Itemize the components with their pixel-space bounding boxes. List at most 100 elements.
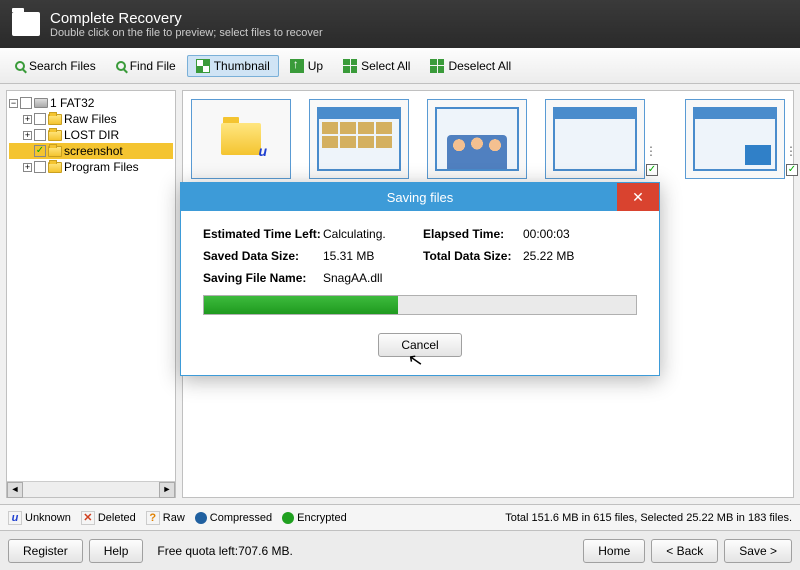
expand-icon[interactable]: + (23, 131, 32, 140)
up-label: Up (308, 59, 323, 73)
saved-label: Saved Data Size: (203, 249, 323, 263)
tree-root[interactable]: − 1 FAT32 (9, 95, 173, 111)
up-icon (290, 59, 304, 73)
select-all-button[interactable]: Select All (334, 55, 419, 77)
tree-item-label: LOST DIR (64, 128, 119, 142)
thumbnail-item[interactable]: ⋮✓ (685, 99, 785, 179)
thumbnail-icon (196, 59, 210, 73)
elapsed-label: Elapsed Time: (423, 227, 523, 241)
thumbnail-checkbox[interactable]: ✓ (646, 164, 658, 176)
thumbnail-item[interactable] (309, 99, 409, 179)
select-all-icon (343, 59, 357, 73)
app-icon (12, 12, 40, 36)
unknown-icon: u (8, 511, 22, 525)
tree-item-label: Program Files (64, 160, 139, 174)
home-button[interactable]: Home (583, 539, 645, 563)
search-files-button[interactable]: Search Files (6, 55, 105, 77)
tree-item-selected[interactable]: ✓ screenshot (9, 143, 173, 159)
tree-root-label: 1 FAT32 (50, 96, 94, 110)
scroll-right-icon[interactable]: ► (159, 482, 175, 498)
bottom-bar: Register Help Free quota left:707.6 MB. … (0, 530, 800, 570)
expand-icon[interactable]: + (23, 163, 32, 172)
progress-bar (203, 295, 637, 315)
checkbox[interactable] (34, 113, 46, 125)
deselect-all-button[interactable]: Deselect All (421, 55, 520, 77)
saving-dialog: Saving files ✕ Estimated Time Left: Calc… (180, 182, 660, 376)
search-icon (15, 61, 25, 71)
cancel-button[interactable]: Cancel (378, 333, 461, 357)
thumbnail-item[interactable] (427, 99, 527, 179)
tree-item-label: screenshot (64, 144, 123, 158)
dialog-title-bar[interactable]: Saving files ✕ (181, 183, 659, 211)
tree-item[interactable]: + Raw Files (9, 111, 173, 127)
app-subtitle: Double click on the file to preview; sel… (50, 27, 323, 39)
quota-text: Free quota left:707.6 MB. (157, 544, 292, 558)
more-icon[interactable]: ⋮ (645, 144, 658, 158)
legend-deleted: Deleted (98, 512, 136, 524)
encrypted-icon (282, 512, 294, 524)
folder-icon (221, 123, 261, 155)
saved-value: 15.31 MB (323, 249, 423, 263)
eta-value: Calculating. (323, 227, 423, 241)
up-button[interactable]: Up (281, 55, 332, 77)
legend-encrypted: Encrypted (297, 512, 347, 524)
file-value: SnagAA.dll (323, 271, 423, 285)
deleted-icon: ✕ (81, 511, 95, 525)
thumbnail-button[interactable]: Thumbnail (187, 55, 279, 77)
file-label: Saving File Name: (203, 271, 323, 285)
thumbnail-checkbox[interactable]: ✓ (786, 164, 798, 176)
raw-icon: ? (146, 511, 160, 525)
screenshot-preview (435, 107, 519, 171)
elapsed-value: 00:00:03 (523, 227, 570, 241)
app-title: Complete Recovery (50, 10, 323, 27)
thumbnail-item[interactable] (191, 99, 291, 179)
tree-scrollbar[interactable]: ◄ ► (7, 481, 175, 497)
disk-icon (34, 98, 48, 108)
legend-unknown: Unknown (25, 512, 71, 524)
find-file-label: Find File (130, 59, 176, 73)
deselect-all-icon (430, 59, 444, 73)
thumbnail-item[interactable]: ⋮✓ (545, 99, 645, 179)
dialog-title: Saving files (387, 190, 453, 205)
more-icon[interactable]: ⋮ (785, 144, 798, 158)
deselect-all-label: Deselect All (448, 59, 511, 73)
screenshot-preview (693, 107, 777, 171)
status-stats: Total 151.6 MB in 615 files, Selected 25… (505, 512, 792, 524)
folder-icon (48, 146, 62, 157)
save-button[interactable]: Save > (724, 539, 792, 563)
app-header: Complete Recovery Double click on the fi… (0, 0, 800, 48)
find-icon (116, 61, 126, 71)
help-button[interactable]: Help (89, 539, 144, 563)
compressed-icon (195, 512, 207, 524)
back-button[interactable]: < Back (651, 539, 718, 563)
legend-compressed: Compressed (210, 512, 272, 524)
collapse-icon[interactable]: − (9, 99, 18, 108)
register-button[interactable]: Register (8, 539, 83, 563)
expand-icon[interactable]: + (23, 115, 32, 124)
checkbox[interactable] (34, 161, 46, 173)
progress-fill (204, 296, 398, 314)
checkbox[interactable] (20, 97, 32, 109)
screenshot-preview (317, 107, 401, 171)
tree-item-label: Raw Files (64, 112, 117, 126)
folder-tree[interactable]: − 1 FAT32 + Raw Files + LOST DIR ✓ scree… (6, 90, 176, 498)
toolbar: Search Files Find File Thumbnail Up Sele… (0, 48, 800, 84)
scroll-left-icon[interactable]: ◄ (7, 482, 23, 498)
tree-item[interactable]: + Program Files (9, 159, 173, 175)
tree-item[interactable]: + LOST DIR (9, 127, 173, 143)
find-file-button[interactable]: Find File (107, 55, 185, 77)
select-all-label: Select All (361, 59, 410, 73)
legend-raw: Raw (163, 512, 185, 524)
total-label: Total Data Size: (423, 249, 523, 263)
search-files-label: Search Files (29, 59, 96, 73)
total-value: 25.22 MB (523, 249, 574, 263)
folder-icon (48, 114, 62, 125)
checkbox[interactable]: ✓ (34, 145, 46, 157)
thumbnail-label: Thumbnail (214, 59, 270, 73)
legend-bar: uUnknown ✕Deleted ?Raw Compressed Encryp… (0, 504, 800, 530)
folder-icon (48, 162, 62, 173)
folder-icon (48, 130, 62, 141)
checkbox[interactable] (34, 129, 46, 141)
eta-label: Estimated Time Left: (203, 227, 323, 241)
close-button[interactable]: ✕ (617, 183, 659, 211)
